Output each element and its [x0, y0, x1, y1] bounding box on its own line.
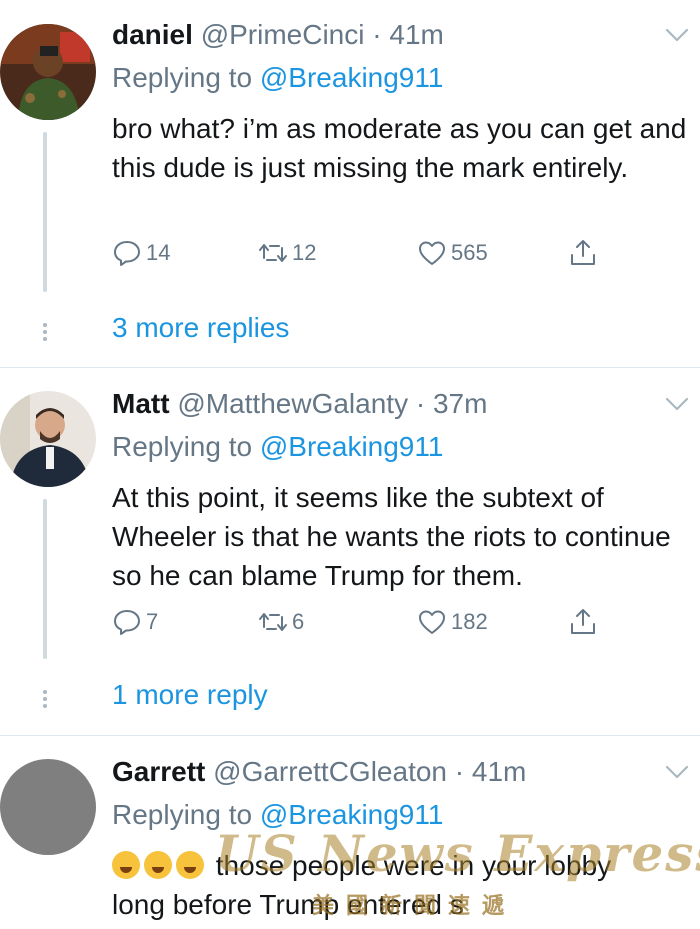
laughing-emoji-icon	[112, 851, 140, 879]
reply-count: 14	[146, 240, 171, 265]
tweet-2[interactable]: Matt @MatthewGalanty · 37m Replying to @…	[0, 387, 700, 732]
thread-line	[43, 499, 47, 659]
replying-prefix: Replying to	[112, 62, 260, 93]
retweet-button[interactable]: 12	[258, 238, 316, 268]
tweet-text-line: those people were in your lobby	[112, 846, 692, 885]
retweet-count: 6	[292, 609, 305, 634]
reply-count: 7	[146, 609, 159, 634]
chevron-down-icon[interactable]	[664, 22, 690, 48]
reply-button[interactable]: 14	[112, 238, 170, 268]
heart-icon	[419, 241, 445, 265]
like-count: 565	[451, 240, 488, 265]
timestamp: · 37m	[415, 388, 488, 419]
tweet-3[interactable]: Garrett @GarrettCGleaton · 41m Replying …	[0, 755, 700, 929]
tweet-actions: 7 6 182	[112, 607, 612, 643]
retweet-icon	[259, 613, 287, 631]
replying-mention-link[interactable]: @Breaking911	[260, 431, 444, 462]
like-button[interactable]: 182	[417, 607, 488, 637]
thread-line	[43, 132, 47, 292]
tweet-text: At this point, it seems like the subtext…	[112, 482, 671, 591]
replying-to: Replying to @Breaking911	[112, 430, 443, 464]
divider	[0, 367, 700, 368]
display-name[interactable]: daniel	[112, 19, 193, 50]
retweet-icon	[259, 244, 287, 262]
tweet-1[interactable]: daniel @PrimeCinci · 41m Replying to @Br…	[0, 18, 700, 363]
heart-icon	[419, 610, 445, 634]
share-icon	[571, 609, 595, 634]
username-handle[interactable]: @GarrettCGleaton	[213, 756, 447, 787]
more-replies-link[interactable]: 1 more reply	[112, 679, 268, 711]
tweet-text: those people were in your lobby long bef…	[112, 846, 692, 924]
replying-to: Replying to @Breaking911	[112, 798, 443, 832]
replying-mention-link[interactable]: @Breaking911	[260, 799, 444, 830]
replying-prefix: Replying to	[112, 799, 260, 830]
tweet-text-line-2: long before Trump entered s	[112, 889, 464, 920]
avatar[interactable]	[0, 759, 96, 855]
timestamp: · 41m	[372, 19, 444, 50]
tweet-actions: 14 12 565	[112, 238, 612, 274]
share-button[interactable]	[568, 607, 598, 637]
display-name[interactable]: Garrett	[112, 756, 205, 787]
more-replies-link[interactable]: 3 more replies	[112, 312, 289, 344]
username-handle[interactable]: @MatthewGalanty	[177, 388, 408, 419]
display-name[interactable]: Matt	[112, 388, 170, 419]
tweet-header: Garrett @GarrettCGleaton · 41m	[112, 755, 526, 789]
like-count: 182	[451, 609, 488, 634]
avatar[interactable]	[0, 391, 96, 487]
reply-icon	[114, 241, 140, 266]
replying-mention-link[interactable]: @Breaking911	[260, 62, 444, 93]
chevron-down-icon[interactable]	[664, 391, 690, 417]
laughing-emoji-icon	[144, 851, 172, 879]
retweet-button[interactable]: 6	[258, 607, 304, 637]
like-button[interactable]: 565	[417, 238, 488, 268]
share-button[interactable]	[568, 238, 598, 268]
reply-button[interactable]: 7	[112, 607, 158, 637]
laughing-emoji-icon	[176, 851, 204, 879]
replying-to: Replying to @Breaking911	[112, 61, 443, 95]
reply-icon	[114, 610, 140, 635]
avatar[interactable]	[0, 24, 96, 120]
more-replies-dots-icon	[40, 320, 50, 344]
share-icon	[571, 240, 595, 265]
replying-prefix: Replying to	[112, 431, 260, 462]
retweet-count: 12	[292, 240, 317, 265]
username-handle[interactable]: @PrimeCinci	[201, 19, 365, 50]
tweet-header: Matt @MatthewGalanty · 37m	[112, 387, 487, 421]
tweet-header: daniel @PrimeCinci · 41m	[112, 18, 444, 52]
more-replies-dots-icon	[40, 687, 50, 711]
tweet-text-line-1: those people were in your lobby	[208, 850, 612, 881]
chevron-down-icon[interactable]	[664, 759, 690, 785]
tweet-text: bro what? i’m as moderate as you can get…	[112, 113, 687, 183]
timestamp: · 41m	[454, 756, 527, 787]
divider	[0, 735, 700, 736]
